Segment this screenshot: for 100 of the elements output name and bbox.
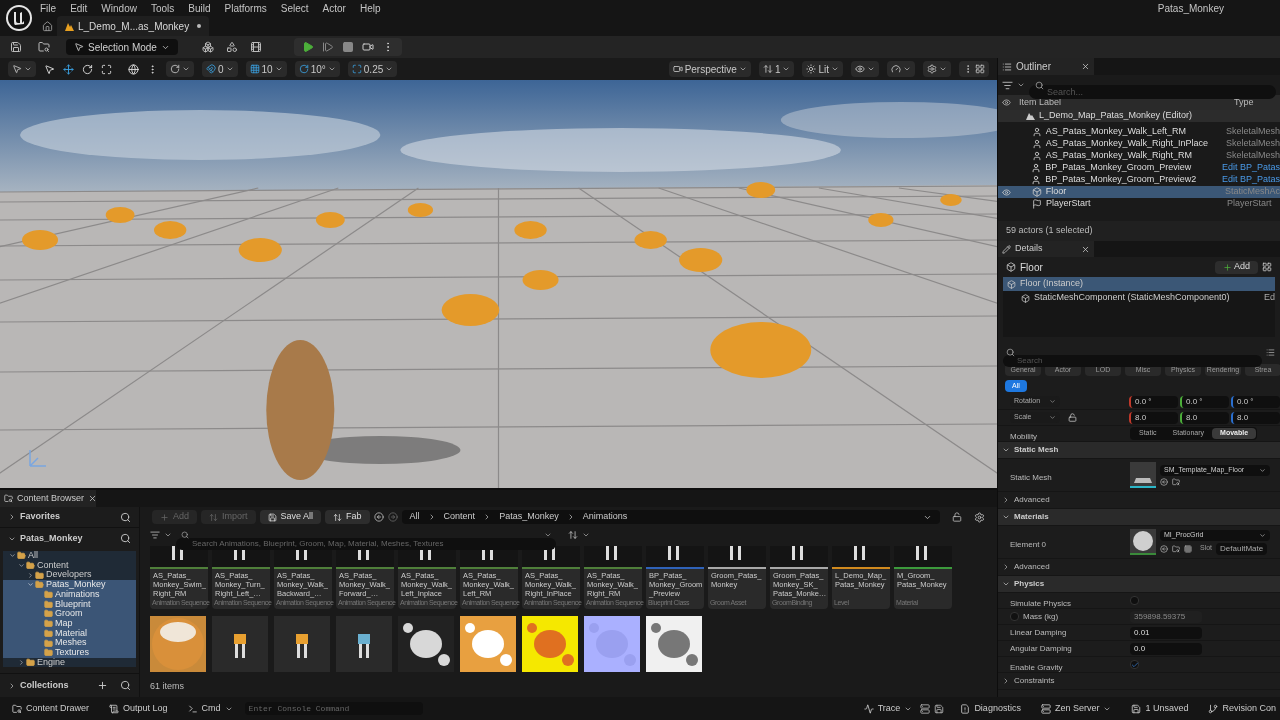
revision-control-button[interactable]: Revision Con — [1200, 700, 1276, 717]
folder-row-background[interactable]: Groom — [3, 609, 136, 619]
checkbox[interactable] — [1130, 596, 1139, 605]
add-button[interactable]: Add — [1215, 260, 1258, 274]
folder-row-background[interactable]: Textures — [3, 647, 136, 658]
component-row[interactable]: StaticMeshComponent (StaticMeshComponent0) Ed — [1003, 291, 1275, 305]
chevron-right-icon[interactable] — [1002, 563, 1010, 571]
outliner-row[interactable]: BP_Patas_Monkey_Groom_Preview Edit BP_Patas — [998, 162, 1280, 174]
snap-button[interactable]: 10 — [245, 61, 287, 77]
chevron-down-icon[interactable] — [9, 552, 16, 560]
zen-server-button[interactable]: Zen Server — [1032, 700, 1120, 717]
snap-button[interactable]: 10° — [294, 61, 340, 77]
cmd-button[interactable]: Cmd — [179, 700, 241, 717]
group-header[interactable]: Advanced — [1014, 561, 1050, 573]
selection-mode-button[interactable]: Selection Mode — [66, 39, 178, 55]
menu-item[interactable]: Platforms — [224, 0, 267, 16]
slot-field[interactable]: DefaultMate — [1216, 542, 1268, 555]
section-header[interactable]: Static Mesh — [1014, 444, 1059, 456]
number-field[interactable]: 0.01 — [1130, 626, 1202, 639]
value-field[interactable]: 8.0 — [1180, 411, 1229, 424]
layout-button[interactable] — [959, 61, 989, 77]
chevron-down-icon[interactable] — [18, 562, 25, 570]
menu-item[interactable]: Edit — [70, 0, 88, 16]
favorites-header[interactable]: Favorites — [20, 510, 116, 524]
unsaved-button[interactable]: 1 Unsaved — [1123, 700, 1197, 717]
folder-row-background[interactable]: Animations — [3, 589, 136, 600]
outliner-row[interactable]: AS_Patas_Monkey_Walk_Right_InPlace SkeletalMesh — [998, 138, 1280, 150]
snap-button[interactable]: 0 — [202, 61, 238, 77]
outliner-row[interactable]: AS_Patas_Monkey_Walk_Right_RM SkeletalMesh — [998, 150, 1280, 162]
folder-row-background[interactable]: Material — [3, 628, 136, 639]
path-segment[interactable]: Content — [443, 510, 476, 524]
diagnostics-button[interactable]: Diagnostics — [952, 700, 1029, 717]
menu-item[interactable]: Actor — [322, 0, 346, 16]
chevron-right-icon[interactable] — [18, 658, 25, 666]
component-row[interactable]: Floor (Instance) — [1003, 277, 1275, 291]
path-bar[interactable]: All Content Patas_Monkey Animations — [401, 510, 940, 524]
folder-row-background[interactable]: All — [3, 551, 136, 561]
console-field[interactable]: Enter Console Command — [244, 702, 423, 715]
outliner-tab[interactable]: Outliner — [998, 58, 1094, 75]
value-field[interactable]: 8.0 — [1129, 411, 1178, 424]
settings-button[interactable] — [923, 61, 951, 77]
path-segment[interactable]: All — [409, 510, 420, 524]
output-log-button[interactable]: Output Log — [101, 700, 176, 717]
value-field[interactable]: 0.0 ° — [1231, 395, 1280, 408]
snap-button[interactable]: 0.25 — [347, 61, 398, 77]
menu-item[interactable]: Window — [101, 0, 137, 16]
menu-item[interactable]: Tools — [150, 0, 175, 16]
transform-button[interactable] — [8, 61, 36, 77]
show-button[interactable] — [851, 61, 879, 77]
section-header[interactable]: Materials — [1014, 511, 1049, 523]
folder-row-background[interactable]: Engine — [3, 657, 136, 668]
section-header[interactable]: Physics — [1014, 578, 1045, 590]
unlock-icon[interactable] — [1068, 413, 1077, 422]
view-mode-button[interactable]: Perspective — [668, 61, 751, 77]
lighting-button[interactable]: Lit — [802, 61, 843, 77]
menu-item[interactable]: File — [40, 0, 57, 16]
outliner-row[interactable]: Floor StaticMeshAc — [998, 186, 1280, 198]
outliner-row[interactable]: AS_Patas_Monkey_Walk_Left_RM SkeletalMesh — [998, 126, 1280, 138]
content-drawer-button[interactable]: Content Drawer — [4, 700, 98, 717]
menu-item[interactable]: Help — [359, 0, 381, 16]
menu-item[interactable]: Build — [188, 0, 211, 16]
level-tab[interactable]: L_Demo_M...as_Monkey — [57, 16, 210, 36]
folder-row-background[interactable]: Blueprint — [3, 599, 136, 610]
surface-snap-button[interactable] — [166, 61, 194, 77]
trace-button[interactable]: Trace — [859, 700, 917, 717]
camera-speed-button[interactable]: 1 — [758, 61, 795, 77]
group-header[interactable]: Constraints — [1014, 675, 1055, 687]
chevron-down-icon[interactable] — [1002, 513, 1010, 521]
path-segment[interactable]: Patas_Monkey — [499, 510, 559, 524]
chevron-right-icon[interactable] — [27, 571, 34, 579]
folder-row-background[interactable]: Patas_Monkey — [3, 580, 136, 590]
value-field[interactable]: 0.0 ° — [1180, 395, 1229, 408]
value-field[interactable]: 8.0 — [1231, 411, 1280, 424]
chevron-down-icon[interactable] — [1002, 446, 1010, 454]
folder-row-background[interactable]: Map — [3, 618, 136, 629]
search-field[interactable]: Search... — [1029, 85, 1276, 99]
outliner-row[interactable]: BP_Patas_Monkey_Groom_Preview2 Edit BP_Patas — [998, 174, 1280, 186]
outliner-row[interactable]: PlayerStart PlayerStart — [998, 198, 1280, 210]
source-header[interactable]: Patas_Monkey — [20, 531, 116, 546]
group-header[interactable]: Advanced — [1014, 494, 1050, 506]
collections-header[interactable]: Collections — [20, 678, 93, 693]
chevron-right-icon[interactable] — [1002, 677, 1010, 685]
checkbox[interactable] — [1130, 660, 1139, 669]
chevron-right-icon[interactable] — [1002, 496, 1010, 504]
path-segment[interactable]: Animations — [582, 510, 628, 524]
value-field[interactable]: 0.0 ° — [1129, 395, 1178, 408]
content-browser-tab[interactable]: Content Browser — [0, 490, 96, 507]
asset-search-field[interactable]: Search Animations, Blueprint, Groom, Map, Material, Meshes, Textures — [176, 538, 556, 550]
chevron-down-icon[interactable] — [27, 581, 34, 589]
chevron-down-icon[interactable] — [1002, 580, 1010, 588]
folder-row-background[interactable]: Developers — [3, 570, 136, 581]
number-field[interactable]: 0.0 — [1130, 642, 1202, 655]
folder-row-background[interactable]: Meshes — [3, 638, 136, 648]
edit-link[interactable]: Ed — [1264, 291, 1275, 305]
toolbar-button[interactable]: Fab — [325, 510, 370, 524]
details-tab[interactable]: Details — [998, 241, 1094, 257]
performance-button[interactable] — [887, 61, 915, 77]
folder-row-background[interactable]: Content — [3, 560, 136, 571]
menu-item[interactable]: Select — [280, 0, 309, 16]
toolbar-button[interactable]: Save All — [259, 510, 322, 524]
